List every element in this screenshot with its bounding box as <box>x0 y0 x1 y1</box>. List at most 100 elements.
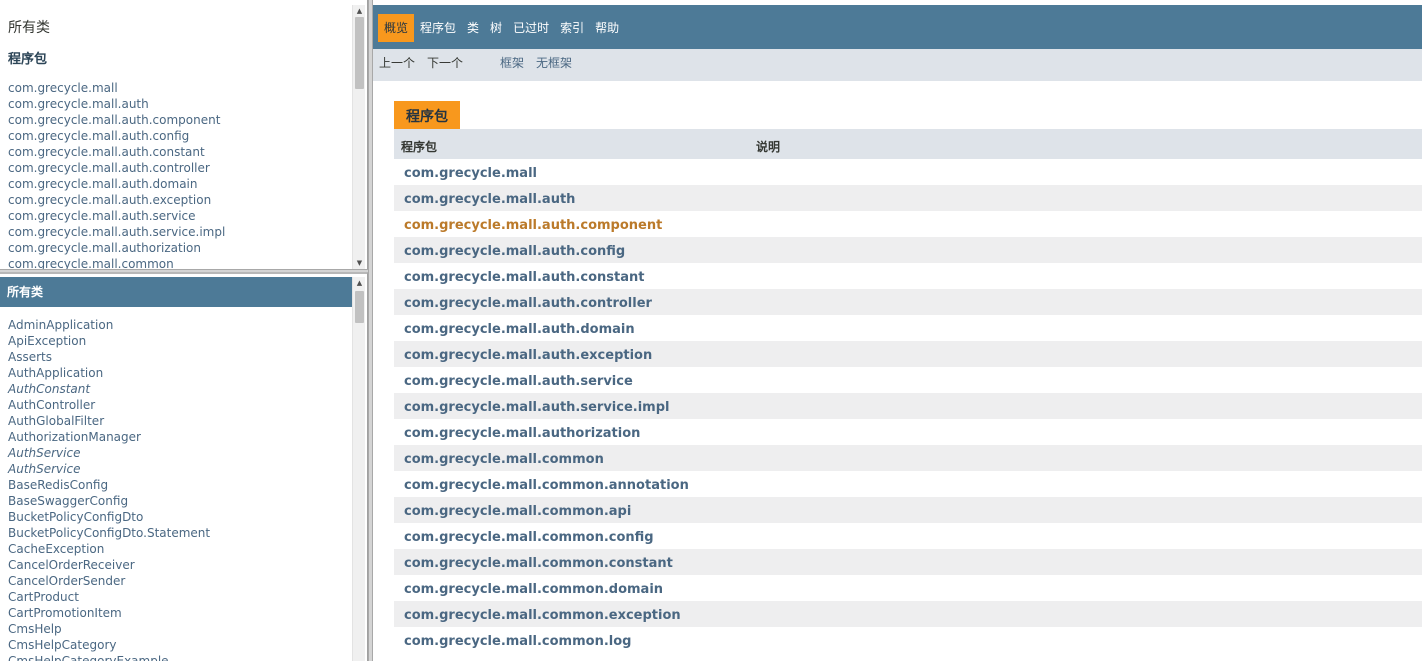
scroll-up-arrow-icon[interactable]: ▲ <box>353 277 366 289</box>
all-classes-link[interactable]: 所有类 <box>8 17 50 37</box>
class-list-item: CmsHelp <box>8 621 210 637</box>
class-list-item: BucketPolicyConfigDto <box>8 509 210 525</box>
class-frame-scrollbar[interactable]: ▲ <box>352 277 365 661</box>
class-link[interactable]: BucketPolicyConfigDto.Statement <box>8 526 210 540</box>
scroll-down-arrow-icon[interactable]: ▼ <box>353 257 366 269</box>
class-link[interactable]: AuthApplication <box>8 366 103 380</box>
class-link[interactable]: Asserts <box>8 350 52 364</box>
package-link[interactable]: com.grecycle.mall.auth.constant <box>8 145 205 159</box>
package-list-item: com.grecycle.mall.auth.exception <box>8 192 225 208</box>
class-link[interactable]: CancelOrderReceiver <box>8 558 135 572</box>
interface-link[interactable]: AuthConstant <box>8 382 90 396</box>
next-label: 下一个 <box>427 56 464 70</box>
package-link[interactable]: com.grecycle.mall.auth.domain <box>8 177 198 191</box>
package-list-item: com.grecycle.mall.auth.constant <box>8 144 225 160</box>
class-link[interactable]: CancelOrderSender <box>8 574 125 588</box>
class-link[interactable]: CmsHelpCategory <box>8 638 117 652</box>
package-list-item: com.grecycle.mall.auth.domain <box>8 176 225 192</box>
class-list: AdminApplication ApiException Asserts AuthA… <box>8 317 210 661</box>
table-row: com.grecycle.mall.auth <box>394 185 1422 211</box>
class-list-item: CartProduct <box>8 589 210 605</box>
table-header: 程序包 说明 <box>394 129 1422 159</box>
class-list-item: AuthService <box>8 461 210 477</box>
class-list-item: CmsHelpCategoryExample <box>8 653 210 661</box>
interface-link[interactable]: AuthService <box>8 462 80 476</box>
table-row: com.grecycle.mall.auth.service <box>394 367 1422 393</box>
class-list-item: BaseRedisConfig <box>8 477 210 493</box>
package-link[interactable]: com.grecycle.mall.auth <box>8 97 149 111</box>
nav-item-4[interactable]: 已过时 <box>508 14 554 42</box>
no-frames-link[interactable]: 无框架 <box>536 49 572 77</box>
nav-item-3[interactable]: 树 <box>485 14 507 42</box>
table-row: com.grecycle.mall.common <box>394 445 1422 471</box>
frames-link[interactable]: 框架 <box>500 49 524 77</box>
overview-frame: 概览 程序包类树已过时 索引 帮助 上一个 下一个 框架 无框架 程序包 程序包 说明… <box>373 0 1422 661</box>
scroll-up-arrow-icon[interactable]: ▲ <box>353 5 366 17</box>
class-link[interactable]: CartProduct <box>8 590 79 604</box>
class-list-item: AuthConstant <box>8 381 210 397</box>
package-link[interactable]: com.grecycle.mall.authorization <box>8 241 201 255</box>
class-link[interactable]: CartPromotionItem <box>8 606 122 620</box>
scroll-thumb[interactable] <box>355 291 364 323</box>
nav-item-5[interactable]: 索引 <box>555 14 589 42</box>
all-classes-header: 所有类 <box>0 277 352 307</box>
package-list-item: com.grecycle.mall.authorization <box>8 240 225 256</box>
nav-item-1[interactable]: 程序包 <box>415 14 461 42</box>
class-link[interactable]: BucketPolicyConfigDto <box>8 510 143 524</box>
table-row: com.grecycle.mall.common.annotation <box>394 471 1422 497</box>
class-link[interactable]: AuthGlobalFilter <box>8 414 104 428</box>
package-list-item: com.grecycle.mall.auth.service <box>8 208 225 224</box>
package-link[interactable]: com.grecycle.mall.auth.component <box>8 113 220 127</box>
table-row: com.grecycle.mall.common.exception <box>394 601 1422 627</box>
class-list-item: Asserts <box>8 349 210 365</box>
interface-link[interactable]: AuthService <box>8 446 80 460</box>
class-link[interactable]: BaseSwaggerConfig <box>8 494 128 508</box>
package-link[interactable]: com.grecycle.mall.auth.exception <box>8 193 211 207</box>
nav-item-2[interactable]: 类 <box>462 14 484 42</box>
table-row: com.grecycle.mall.common.log <box>394 627 1422 653</box>
class-link[interactable]: CacheException <box>8 542 104 556</box>
scroll-thumb[interactable] <box>355 17 364 89</box>
package-list-item: com.grecycle.mall.auth.config <box>8 128 225 144</box>
table-row: com.grecycle.mall.auth.component <box>394 211 1422 237</box>
class-list-item: AuthService <box>8 445 210 461</box>
package-list-item: com.grecycle.mall <box>8 80 225 96</box>
class-link[interactable]: AuthorizationManager <box>8 430 141 444</box>
class-list-item: CancelOrderSender <box>8 573 210 589</box>
class-link[interactable]: AdminApplication <box>8 318 113 332</box>
class-list-item: CartPromotionItem <box>8 605 210 621</box>
class-link[interactable]: BaseRedisConfig <box>8 478 108 492</box>
class-link[interactable]: AuthController <box>8 398 95 412</box>
package-link[interactable]: com.grecycle.mall <box>8 81 118 95</box>
package-summary-link[interactable]: com.grecycle.mall.common.log <box>404 627 631 657</box>
class-link[interactable]: CmsHelp <box>8 622 62 636</box>
class-list-item: AuthApplication <box>8 365 210 381</box>
class-list-item: CacheException <box>8 541 210 557</box>
package-list-item: com.grecycle.mall.common <box>8 256 225 270</box>
class-list-item: ApiException <box>8 333 210 349</box>
table-row: com.grecycle.mall.auth.service.impl <box>394 393 1422 419</box>
table-row: com.grecycle.mall.common.api <box>394 497 1422 523</box>
class-list-item: AuthorizationManager <box>8 429 210 445</box>
class-link[interactable]: ApiException <box>8 334 86 348</box>
package-link[interactable]: com.grecycle.mall.auth.config <box>8 129 189 143</box>
class-list-item: AuthGlobalFilter <box>8 413 210 429</box>
top-navbar: 概览 程序包类树已过时 索引 帮助 <box>373 5 1422 49</box>
table-row: com.grecycle.mall.auth.domain <box>394 315 1422 341</box>
package-link[interactable]: com.grecycle.mall.auth.service.impl <box>8 225 225 239</box>
prev-label: 上一个 <box>379 56 416 70</box>
package-link[interactable]: com.grecycle.mall.auth.controller <box>8 161 210 175</box>
table-body: com.grecycle.mall com.grecycle.mall.auth c… <box>394 159 1422 653</box>
class-list-item: BaseSwaggerConfig <box>8 493 210 509</box>
class-list-frame: 所有类 AdminApplication ApiException Asserts A… <box>0 272 368 661</box>
nav-item-6[interactable]: 帮助 <box>590 14 624 42</box>
class-link[interactable]: CmsHelpCategoryExample <box>8 654 169 661</box>
table-row: com.grecycle.mall.auth.exception <box>394 341 1422 367</box>
class-list-item: AdminApplication <box>8 317 210 333</box>
package-frame-scrollbar[interactable]: ▲ ▼ <box>352 5 365 269</box>
table-row: com.grecycle.mall <box>394 159 1422 185</box>
table-row: com.grecycle.mall.common.config <box>394 523 1422 549</box>
nav-item-0: 概览 <box>378 14 415 42</box>
table-row: com.grecycle.mall.common.domain <box>394 575 1422 601</box>
package-link[interactable]: com.grecycle.mall.auth.service <box>8 209 196 223</box>
